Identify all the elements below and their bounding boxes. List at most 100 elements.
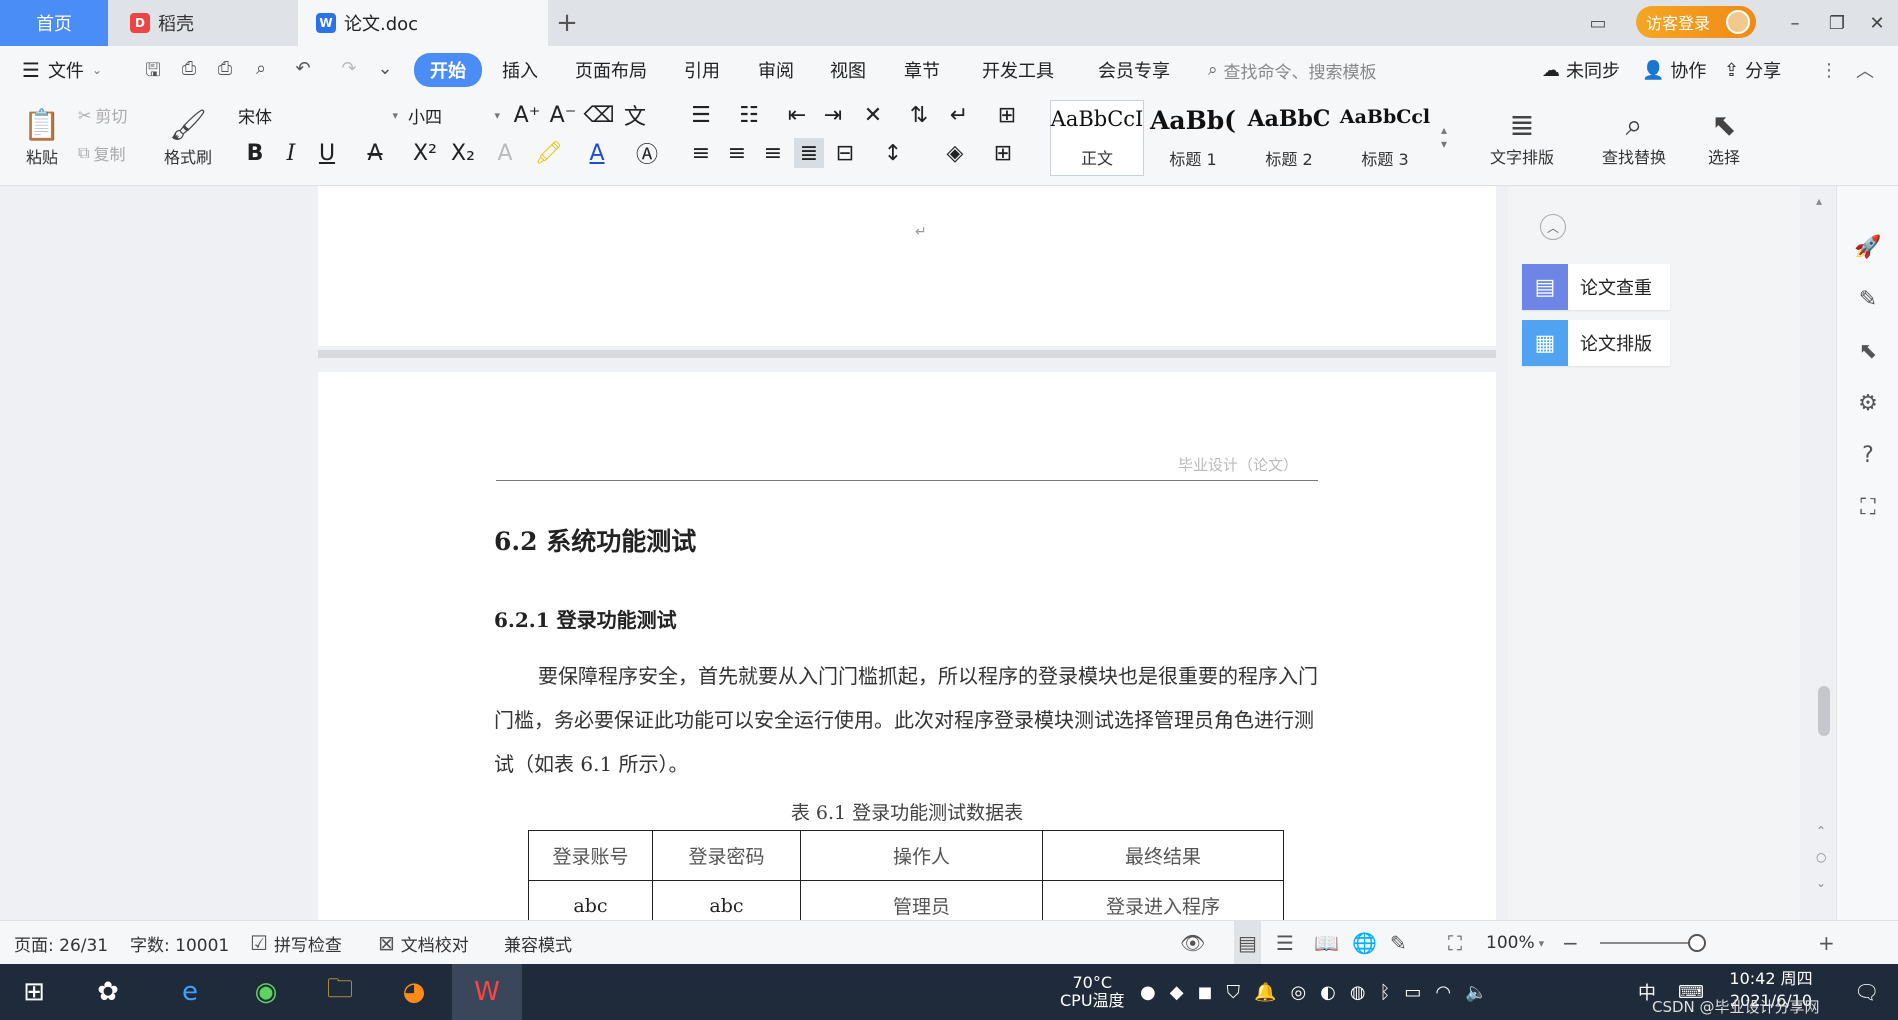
char-border-icon[interactable]: Ⓐ <box>632 138 662 168</box>
table-cell[interactable]: 登录进入程序 <box>1042 880 1284 920</box>
menu-developer[interactable]: 开发工具 <box>982 46 1054 94</box>
rocket-icon[interactable]: 🚀 <box>1854 234 1881 260</box>
styles-scroll-icon[interactable]: ▴ ▾ <box>1436 102 1452 172</box>
game-app-icon[interactable]: ◕ <box>394 972 434 1012</box>
menu-view[interactable]: 视图 <box>830 46 866 94</box>
share-button[interactable]: ⇪ 分享 <box>1724 46 1781 94</box>
panel-collapse-icon[interactable]: ︿ <box>1540 214 1566 240</box>
document-workspace[interactable]: ↵ 毕业设计（论文） 6.2 系统功能测试 6.2.1 登录功能测试 要保障程序… <box>0 186 1898 920</box>
new-tab-button[interactable]: + <box>552 0 582 46</box>
style-heading-3[interactable]: AaBbCcl 标题 3 <box>1338 100 1432 176</box>
app-launcher-icon[interactable]: ✿ <box>88 972 128 1012</box>
cpu-temp-widget[interactable]: 70°C CPU温度 <box>1060 964 1125 1020</box>
settings-slider-icon[interactable]: ⚙ <box>1855 390 1881 416</box>
eye-icon[interactable]: 👁 <box>1180 921 1205 965</box>
zoom-slider-knob[interactable] <box>1688 934 1706 952</box>
cut-button[interactable]: ✂ 剪切 <box>78 102 127 128</box>
scroll-up-icon[interactable]: ▴ <box>1816 194 1822 208</box>
more-icon[interactable]: ⋮ <box>1820 46 1838 94</box>
style-heading-1[interactable]: AaBb( 标题 1 <box>1146 100 1240 176</box>
file-explorer-icon[interactable]: 🗀 <box>320 972 360 1012</box>
scroll-thumb[interactable] <box>1818 686 1830 736</box>
outline-view-icon[interactable]: ☰ <box>1276 921 1294 965</box>
zoom-in-icon[interactable]: + <box>1818 921 1835 965</box>
table-cell[interactable]: abc <box>528 880 653 920</box>
tab-document[interactable]: W 论文.doc <box>298 0 548 46</box>
highlight-icon[interactable]: 🖍 <box>534 138 564 168</box>
style-heading-2[interactable]: AaBbC 标题 2 <box>1242 100 1336 176</box>
decrease-indent-icon[interactable]: ⇤ <box>782 100 812 130</box>
thesis-check-button[interactable]: ▤ 论文查重 <box>1522 264 1670 310</box>
menu-page-layout[interactable]: 页面布局 <box>575 46 647 94</box>
fit-page-icon[interactable]: ⛶ <box>1448 921 1462 965</box>
image-tool-icon[interactable]: ⛶ <box>1855 494 1881 520</box>
windows-start-icon[interactable]: ⊞ <box>14 972 54 1012</box>
volume-icon[interactable]: 🔈 <box>1465 982 1501 1003</box>
command-search[interactable]: ⌕ 查找命令、搜索模板 <box>1208 46 1377 94</box>
align-right-icon[interactable]: ≡ <box>758 138 788 168</box>
customize-toolbar-icon[interactable]: ⌄ <box>372 58 398 84</box>
table-header-cell[interactable]: 最终结果 <box>1042 830 1284 881</box>
sync-status[interactable]: ☁ 未同步 <box>1542 46 1620 94</box>
word-count[interactable]: 字数: 10001 <box>130 921 229 965</box>
bell-icon[interactable]: 🔔 <box>1254 982 1290 1003</box>
close-button[interactable]: ✕ <box>1856 0 1898 46</box>
format-painter-button[interactable]: 🖌 格式刷 <box>158 98 218 178</box>
bullet-list-icon[interactable]: ☰ <box>686 100 716 130</box>
previous-page[interactable]: ↵ <box>318 186 1496 346</box>
wifi-icon[interactable]: ◠ <box>1435 982 1465 1003</box>
tab-home[interactable]: 首页 <box>0 0 108 46</box>
prev-page-icon[interactable]: ⌃ <box>1816 824 1826 838</box>
tray-app-icon[interactable]: ◼ <box>1198 982 1227 1003</box>
select-browse-icon[interactable]: ○ <box>1816 850 1826 864</box>
italic-icon[interactable]: I <box>276 138 306 168</box>
borders-icon[interactable]: ⊞ <box>988 138 1018 168</box>
output-icon[interactable]: ⎙ <box>176 58 202 84</box>
line-spacing-icon[interactable]: ↕ <box>878 138 908 168</box>
bold-icon[interactable]: B <box>240 138 270 168</box>
distribute-icon[interactable]: ⊟ <box>830 138 860 168</box>
current-page[interactable]: 毕业设计（论文） 6.2 系统功能测试 6.2.1 登录功能测试 要保障程序安全… <box>318 372 1496 920</box>
ruler-icon[interactable]: ⊞ <box>992 100 1022 130</box>
zoom-slider[interactable] <box>1600 942 1700 944</box>
grow-font-icon[interactable]: A⁺ <box>512 100 542 130</box>
table-cell[interactable]: 管理员 <box>800 880 1043 920</box>
find-replace-button[interactable]: ⌕ 查找替换 <box>1584 98 1684 178</box>
doc-proof-button[interactable]: ⊠ 文档校对 <box>378 921 469 965</box>
superscript-icon[interactable]: X² <box>410 138 440 168</box>
notification-icon[interactable]: 🗨 <box>1854 964 1879 1020</box>
align-left-icon[interactable]: ≡ <box>686 138 716 168</box>
underline-icon[interactable]: U <box>312 138 342 168</box>
table-header-cell[interactable]: 操作人 <box>800 830 1043 881</box>
write-view-icon[interactable]: ✎ <box>1390 921 1407 965</box>
menu-insert[interactable]: 插入 <box>502 46 538 94</box>
increase-indent-icon[interactable]: ⇥ <box>818 100 848 130</box>
copy-button[interactable]: ⧉ 复制 <box>78 140 125 166</box>
body-paragraph[interactable]: 要保障程序安全，首先就要从入门门槛抓起，所以程序的登录模块也是很重要的程序入门门… <box>494 654 1324 786</box>
browser-360-icon[interactable]: ◉ <box>246 972 286 1012</box>
save-icon[interactable]: 🖫 <box>140 58 166 84</box>
help-icon[interactable]: ? <box>1855 442 1881 468</box>
login-button[interactable]: 访客登录 <box>1636 6 1756 38</box>
menu-member[interactable]: 会员专享 <box>1098 46 1170 94</box>
pointer-icon[interactable]: ⬉ <box>1855 338 1881 364</box>
strikethrough-icon[interactable]: A <box>360 138 390 168</box>
bluetooth-icon[interactable]: ᛒ <box>1380 982 1405 1003</box>
menu-references[interactable]: 引用 <box>684 46 720 94</box>
font-name-select[interactable]: 宋体 ▾ <box>238 102 398 128</box>
wps-taskbar-icon[interactable]: W <box>452 964 522 1020</box>
tray-app-icon[interactable]: ◍ <box>1350 982 1380 1003</box>
undo-icon[interactable]: ↶ <box>290 58 316 84</box>
test-data-table[interactable]: 登录账号 登录密码 操作人 最终结果 abc abc 管理员 登录进入程序 <box>528 830 1284 920</box>
section-heading[interactable]: 6.2 系统功能测试 <box>494 522 696 558</box>
tray-app-icon[interactable]: ◎ <box>1290 982 1320 1003</box>
reading-view-icon[interactable]: 📖 <box>1314 921 1339 965</box>
paste-button[interactable]: 📋 粘贴 <box>14 98 70 178</box>
tray-icons[interactable]: ● ◆ ◼ ⛉ 🔔 ◎ ◐ ◍ ᛒ ▭ ◠ 🔈 <box>1140 964 1502 1020</box>
justify-icon[interactable]: ≣ <box>794 138 824 168</box>
page-indicator[interactable]: 页面: 26/31 <box>14 921 108 965</box>
print-icon[interactable]: ⎙ <box>212 58 238 84</box>
phonetic-icon[interactable]: 文 <box>620 100 650 130</box>
sort-icon[interactable]: ⇅ <box>904 100 934 130</box>
menu-review[interactable]: 审阅 <box>758 46 794 94</box>
